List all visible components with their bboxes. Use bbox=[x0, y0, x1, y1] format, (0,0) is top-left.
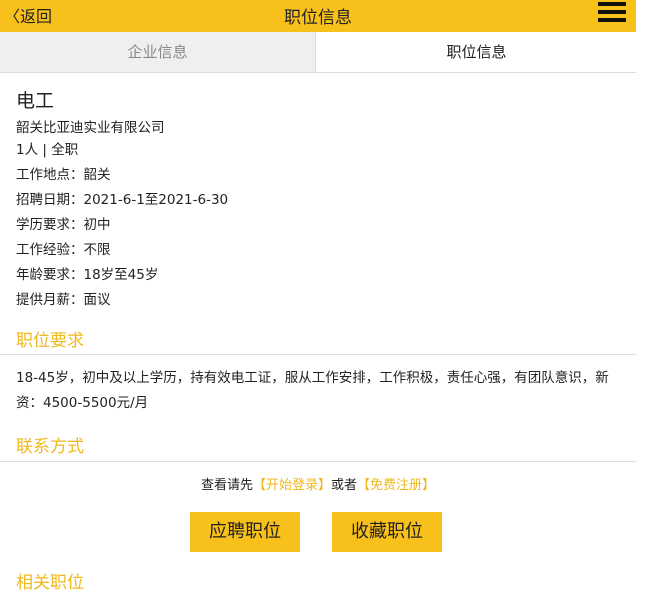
divider bbox=[0, 354, 636, 355]
detail-education: 学历要求：初中 bbox=[16, 217, 111, 233]
contact-title: 联系方式 bbox=[16, 437, 84, 457]
tab-bar: 企业信息 职位信息 bbox=[0, 32, 637, 73]
hamburger-menu-icon[interactable] bbox=[598, 2, 626, 26]
favorite-button[interactable]: 收藏职位 bbox=[332, 512, 442, 552]
job-title: 电工 bbox=[16, 90, 55, 112]
top-bar: 〈返回 职位信息 bbox=[0, 0, 636, 32]
divider bbox=[0, 461, 636, 462]
register-link[interactable]: 【免费注册】 bbox=[357, 478, 435, 493]
tab-company-info[interactable]: 企业信息 bbox=[0, 32, 315, 72]
detail-salary: 提供月薪：面议 bbox=[16, 292, 111, 308]
detail-location: 工作地点：韶关 bbox=[16, 167, 111, 183]
related-jobs-title: 相关职位 bbox=[16, 573, 84, 593]
company-name: 韶关比亚迪实业有限公司 bbox=[16, 120, 165, 136]
tab-job-info[interactable]: 职位信息 bbox=[315, 32, 637, 72]
detail-recruit-date: 招聘日期：2021-6-1至2021-6-30 bbox=[16, 192, 229, 208]
detail-experience: 工作经验：不限 bbox=[16, 242, 111, 258]
login-prompt: 查看请先【开始登录】或者【免费注册】 bbox=[0, 474, 636, 493]
detail-age: 年龄要求：18岁至45岁 bbox=[16, 267, 159, 283]
login-link[interactable]: 【开始登录】 bbox=[253, 478, 331, 493]
login-prompt-prefix: 查看请先 bbox=[200, 478, 253, 493]
requirements-title: 职位要求 bbox=[16, 331, 84, 351]
apply-button[interactable]: 应聘职位 bbox=[190, 512, 300, 552]
login-prompt-middle: 或者 bbox=[331, 478, 358, 493]
headcount-type: 1人 | 全职 bbox=[16, 142, 79, 158]
page-title: 职位信息 bbox=[284, 8, 352, 28]
requirements-text: 18-45岁，初中及以上学历，持有效电工证，服从工作安排，工作积极，责任心强，有… bbox=[16, 370, 609, 411]
